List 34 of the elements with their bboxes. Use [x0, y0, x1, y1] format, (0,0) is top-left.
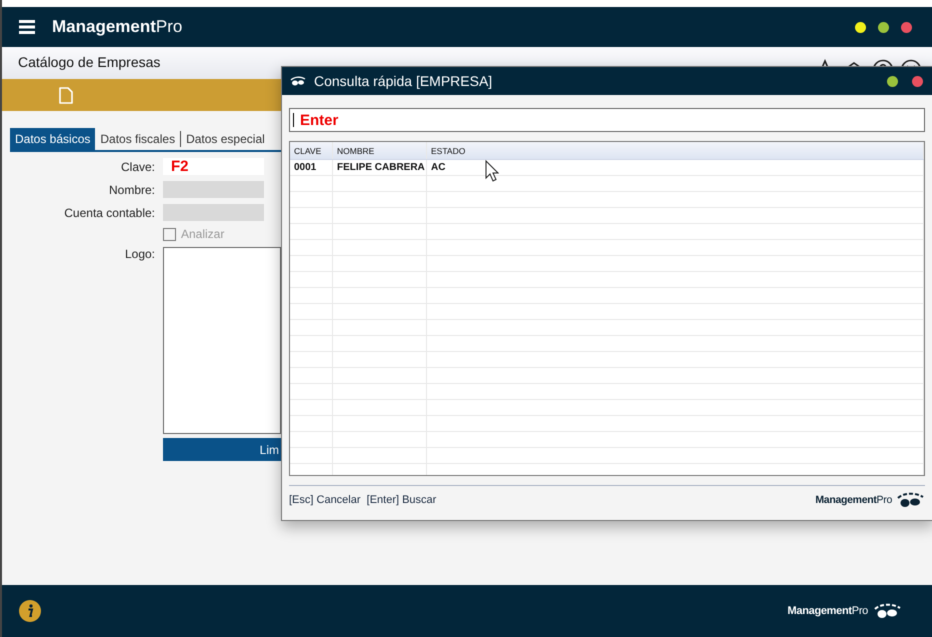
field-label: Clave:: [120, 160, 155, 174]
shortcut-hints: [Esc] Cancelar [Enter] Buscar: [289, 494, 436, 506]
page-title: Catálogo de Empresas: [18, 54, 160, 70]
close-button[interactable]: [912, 76, 923, 86]
input-field[interactable]: F2: [163, 158, 264, 175]
field-label: Cuenta contable:: [63, 206, 155, 220]
table-cell: FELIPE CABRERA: [333, 160, 427, 175]
tab[interactable]: Datos fiscales: [95, 128, 180, 150]
field-label: Logo:: [124, 247, 155, 261]
column-header[interactable]: ESTADO: [427, 142, 924, 159]
logo-icon: [895, 492, 925, 508]
search-field[interactable]: Enter: [289, 108, 925, 132]
table-cell: 0001: [290, 160, 333, 175]
minimize-button[interactable]: [855, 22, 866, 32]
dialog-title: Consulta rápida [EMPRESA]: [314, 73, 492, 89]
dialog-logo-text: ManagementPro: [815, 494, 892, 506]
info-icon[interactable]: [19, 600, 41, 622]
column-header[interactable]: CLAVE: [290, 142, 333, 159]
close-button[interactable]: [901, 22, 912, 32]
app-logo: ManagementPro: [52, 17, 182, 37]
menu-icon[interactable]: [19, 20, 35, 34]
logo-icon: [872, 603, 902, 619]
checkbox-label: Analizar: [181, 227, 224, 241]
image-field[interactable]: [163, 247, 281, 434]
tab[interactable]: Datos básicos: [10, 128, 96, 150]
field-label: Nombre:: [108, 182, 155, 196]
tab[interactable]: Datos especial: [181, 128, 270, 150]
maximize-button[interactable]: [878, 22, 889, 32]
clear-button[interactable]: Lim: [163, 438, 281, 461]
footer-logo-text: ManagementPro: [788, 605, 868, 617]
maximize-button[interactable]: [887, 76, 898, 86]
logo-icon: [290, 76, 306, 86]
mouse-cursor-icon: [485, 160, 499, 182]
column-header[interactable]: NOMBRE: [333, 142, 427, 159]
